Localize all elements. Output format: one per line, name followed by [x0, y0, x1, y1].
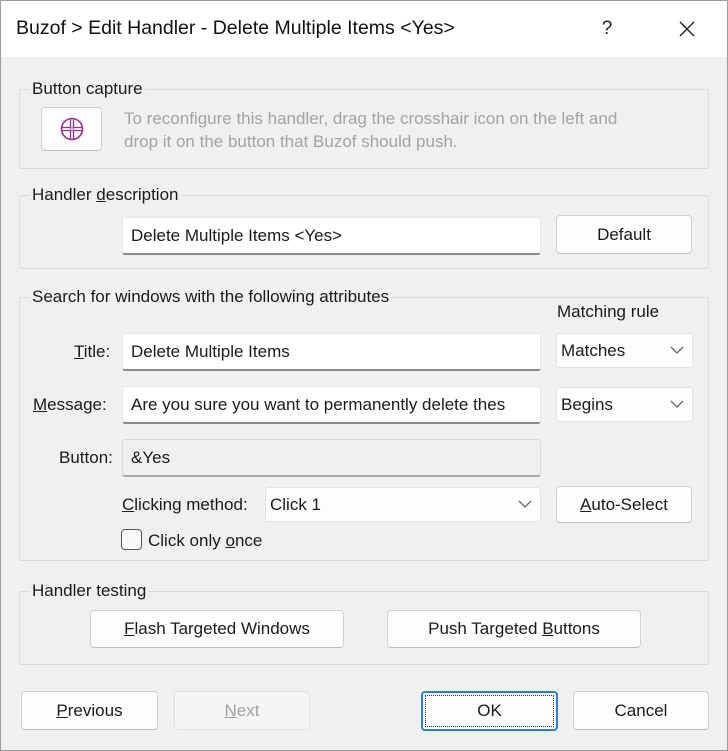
label-accel: B: [542, 619, 554, 638]
label-part: uto-Select: [591, 494, 668, 514]
ok-button[interactable]: OK: [421, 691, 558, 731]
flash-button-label: Flash Targeted Windows: [124, 619, 310, 639]
help-button[interactable]: ?: [587, 11, 627, 47]
crosshair-drag-handle[interactable]: [41, 107, 102, 151]
close-button[interactable]: [665, 11, 709, 47]
clicking-method-label: Clicking method:: [122, 495, 248, 515]
label-accel: A: [580, 494, 592, 514]
auto-select-button[interactable]: Auto-Select: [556, 486, 692, 523]
label-part: uttons: [553, 619, 600, 638]
handler-testing-label: Handler testing: [30, 581, 149, 601]
chevron-down-icon: [670, 346, 684, 354]
button-text-field: &Yes: [122, 439, 541, 477]
label-part: revious: [67, 700, 123, 720]
button-capture-label: Button capture: [30, 79, 145, 99]
label-part: Click only: [148, 531, 226, 550]
cancel-button[interactable]: Cancel: [573, 691, 709, 730]
hint-line-2: drop it on the button that Buzof should …: [124, 132, 458, 151]
message-rule-value: Begins: [561, 394, 613, 414]
window-title: Buzof > Edit Handler - Delete Multiple I…: [16, 17, 455, 39]
title-value: Delete Multiple Items: [131, 341, 290, 361]
button-text-value: &Yes: [131, 447, 171, 467]
focus-ring: [425, 695, 554, 727]
auto-select-label: Auto-Select: [580, 495, 668, 515]
message-value: Are you sure you want to permanently del…: [131, 394, 506, 414]
label-accel: M: [33, 395, 48, 414]
label-accel: d: [96, 185, 106, 204]
click-only-once-label[interactable]: Click only once: [148, 531, 262, 551]
clicking-method-select[interactable]: Click 1: [265, 487, 541, 522]
label-accel: F: [124, 619, 135, 638]
click-only-once-checkbox[interactable]: [121, 529, 142, 550]
label-accel: N: [224, 700, 237, 720]
edit-handler-dialog: Buzof > Edit Handler - Delete Multiple I…: [0, 0, 728, 751]
flash-targeted-windows-button[interactable]: Flash Targeted Windows: [90, 610, 344, 648]
title-matching-rule-select[interactable]: Matches: [556, 333, 693, 368]
label-part: licking method:: [134, 495, 248, 514]
label-part: Push Targeted: [428, 619, 543, 638]
chevron-down-icon: [518, 500, 532, 508]
message-label: Message:: [33, 395, 107, 415]
next-button[interactable]: Next: [174, 691, 310, 730]
push-button-label: Push Targeted Buttons: [428, 619, 600, 639]
default-button-label: Default: [597, 224, 651, 244]
handler-description-label: Handler description: [30, 185, 181, 205]
cancel-label: Cancel: [614, 700, 668, 720]
title-rule-value: Matches: [561, 340, 626, 360]
push-targeted-buttons-button[interactable]: Push Targeted Buttons: [387, 610, 641, 648]
label-part: nce: [234, 531, 263, 550]
label-part: essage:: [47, 395, 107, 414]
label-accel: T: [74, 342, 84, 361]
close-icon: [679, 21, 695, 37]
message-matching-rule-select[interactable]: Begins: [556, 387, 693, 422]
button-label: Button:: [59, 448, 113, 467]
label-part: itle:: [83, 342, 111, 361]
next-label: Next: [225, 701, 260, 721]
previous-label: Previous: [56, 701, 122, 721]
label-accel: P: [56, 700, 68, 720]
title-input[interactable]: Delete Multiple Items: [122, 333, 541, 371]
label-part: Handler: [32, 185, 97, 204]
chevron-down-icon: [670, 400, 684, 408]
title-bar: Buzof > Edit Handler - Delete Multiple I…: [1, 1, 727, 57]
clicking-method-value: Click 1: [270, 494, 322, 514]
message-input[interactable]: Are you sure you want to permanently del…: [122, 386, 541, 424]
hint-line-1: To reconfigure this handler, drag the cr…: [124, 109, 618, 128]
help-icon: ?: [601, 18, 613, 39]
previous-button[interactable]: Previous: [21, 691, 158, 730]
label-accel: o: [225, 531, 235, 550]
label-part: escription: [105, 185, 179, 204]
label-part: ext: [236, 700, 260, 720]
handler-description-value: Delete Multiple Items <Yes>: [131, 225, 343, 245]
handler-description-input[interactable]: Delete Multiple Items <Yes>: [122, 217, 541, 255]
default-button[interactable]: Default: [556, 215, 692, 254]
matching-rule-label: Matching rule: [557, 302, 660, 321]
search-attributes-label: Search for windows with the following at…: [30, 287, 392, 307]
label-accel: C: [122, 495, 135, 514]
button-capture-hint: To reconfigure this handler, drag the cr…: [124, 107, 704, 153]
crosshair-icon: [60, 117, 83, 141]
label-part: lash Targeted Windows: [134, 619, 310, 638]
title-label: Title:: [74, 342, 110, 362]
